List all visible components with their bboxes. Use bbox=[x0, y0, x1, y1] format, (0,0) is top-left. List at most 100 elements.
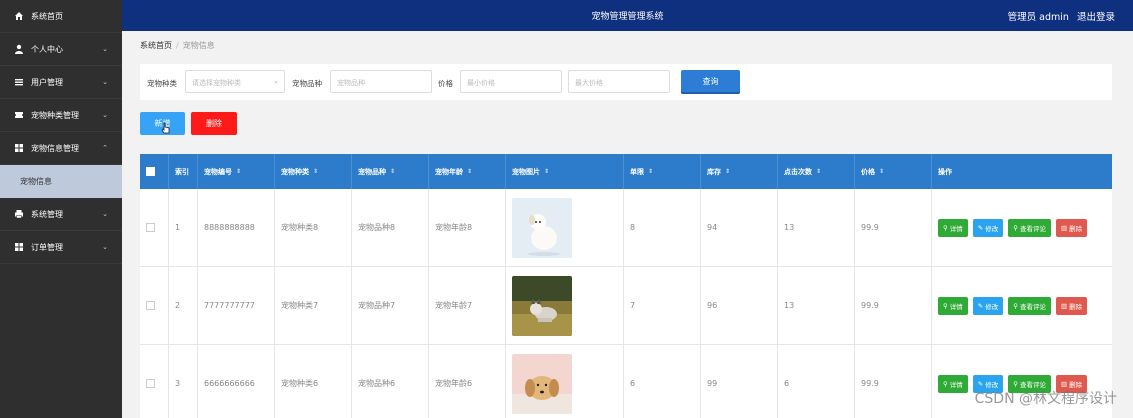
select-all-checkbox[interactable] bbox=[146, 167, 155, 176]
breadcrumb-current: 宠物信息 bbox=[182, 41, 215, 50]
review-label: 查看评论 bbox=[1019, 224, 1046, 233]
sort-icon[interactable]: ⇕ bbox=[467, 168, 472, 175]
edit-label: 修改 bbox=[985, 380, 999, 389]
col-breed[interactable]: 宠物品种 ⇕ bbox=[352, 154, 429, 189]
sort-icon[interactable]: ⇕ bbox=[648, 168, 653, 175]
user-name: 管理员 admin bbox=[1007, 12, 1069, 23]
row-checkbox[interactable] bbox=[146, 301, 155, 310]
max-price-input[interactable]: 最大价格 bbox=[568, 70, 670, 93]
row-checkbox[interactable] bbox=[146, 379, 155, 388]
cell-image bbox=[506, 267, 624, 344]
cell-breed: 宠物品种8 bbox=[352, 189, 429, 266]
view-reviews-button[interactable]: ⚲ 查看评论 bbox=[1008, 218, 1051, 237]
sidebar-item-label: 系统管理 bbox=[31, 209, 63, 219]
detail-button[interactable]: ⚲ 详情 bbox=[938, 374, 968, 393]
breed-input[interactable]: 宠物品种 bbox=[330, 70, 432, 93]
sidebar-item-users[interactable]: 用户管理 ⌄ bbox=[0, 66, 122, 99]
type-label: 宠物种类 bbox=[147, 79, 177, 88]
grid-icon bbox=[14, 242, 24, 252]
query-button[interactable]: 查询 bbox=[681, 70, 740, 94]
cell-clicks: 6 bbox=[778, 345, 855, 418]
col-code[interactable]: 宠物编号 ⇕ bbox=[198, 154, 275, 189]
type-select[interactable]: 请选择宠物种类 ⌄ bbox=[185, 70, 285, 93]
search-bar: 宠物种类 请选择宠物种类 ⌄ 宠物品种 宠物品种 价格 最小价格 最大价格 查询 bbox=[140, 64, 1112, 100]
cell-actions: ⚲ 详情 ✎ 修改 ⚲ 查看评论 ▥ 删除 bbox=[932, 267, 1112, 344]
chevron-down-icon: ⌄ bbox=[102, 45, 108, 53]
sort-icon[interactable]: ⇕ bbox=[544, 168, 549, 175]
ticket-icon bbox=[14, 110, 24, 120]
cell-clicks: 13 bbox=[778, 267, 855, 344]
sort-icon[interactable]: ⇕ bbox=[879, 168, 884, 175]
trash-icon: ▥ bbox=[1060, 379, 1068, 388]
sidebar-item-pet-info[interactable]: 宠物信息管理 ⌃ bbox=[0, 132, 122, 165]
sort-icon[interactable]: ⇕ bbox=[816, 168, 821, 175]
cell-stock: 99 bbox=[701, 345, 778, 418]
col-type[interactable]: 宠物种类 ⇕ bbox=[275, 154, 352, 189]
cell-image bbox=[506, 345, 624, 418]
app-title: 宠物管理管理系统 bbox=[591, 12, 664, 22]
sidebar-item-system[interactable]: 系统管理 ⌄ bbox=[0, 198, 122, 231]
col-label: 宠物图片 bbox=[512, 167, 540, 176]
pet-table: 索引 宠物编号 ⇕ 宠物种类 ⇕ 宠物品种 ⇕ 宠物年龄 ⇕ 宠物图片 ⇕ 单限 ⇕ 库存 ⇕… bbox=[140, 154, 1112, 418]
delete-label: 删除 bbox=[1069, 302, 1083, 311]
sidebar-item-label: 宠物信息管理 bbox=[31, 143, 79, 153]
breadcrumb-home[interactable]: 系统首页 bbox=[140, 41, 172, 50]
sidebar-item-personal[interactable]: 个人中心 ⌄ bbox=[0, 33, 122, 66]
watermark: CSDN @林文程序设计 bbox=[974, 391, 1117, 407]
review-label: 查看评论 bbox=[1019, 302, 1046, 311]
cell-stock: 96 bbox=[701, 267, 778, 344]
col-label: 单限 bbox=[630, 167, 644, 176]
col-actions: 操作 bbox=[932, 154, 1112, 189]
sort-icon[interactable]: ⇕ bbox=[390, 168, 395, 175]
sort-icon[interactable]: ⇕ bbox=[236, 168, 241, 175]
detail-button[interactable]: ⚲ 详情 bbox=[938, 218, 968, 237]
edit-button[interactable]: ✎ 修改 bbox=[972, 218, 1004, 237]
price-label: 价格 bbox=[438, 79, 453, 88]
mouse-pointer-icon bbox=[161, 122, 170, 134]
chevron-down-icon: ⌄ bbox=[102, 111, 108, 119]
table-row: 1 8888888888 宠物种类8 宠物品种8 宠物年龄8 8 94 13 9… bbox=[140, 189, 1112, 267]
sidebar-subitem-pet-info[interactable]: 宠物信息 bbox=[0, 165, 122, 198]
pencil-icon: ✎ bbox=[977, 301, 984, 310]
delete-button[interactable]: ▥ 删除 bbox=[1055, 218, 1088, 237]
search-icon: ⚲ bbox=[943, 379, 948, 388]
col-age[interactable]: 宠物年龄 ⇕ bbox=[429, 154, 506, 189]
detail-button[interactable]: ⚲ 详情 bbox=[938, 296, 968, 315]
min-price-input[interactable]: 最小价格 bbox=[460, 70, 562, 93]
sidebar-item-pet-types[interactable]: 宠物种类管理 ⌄ bbox=[0, 99, 122, 132]
edit-label: 修改 bbox=[985, 224, 999, 233]
cell-breed: 宠物品种6 bbox=[352, 345, 429, 418]
search-icon: ⚲ bbox=[1013, 301, 1018, 310]
sort-icon[interactable]: ⇕ bbox=[313, 168, 318, 175]
logout-link[interactable]: 退出登录 bbox=[1077, 12, 1115, 23]
user-icon bbox=[14, 44, 24, 54]
cell-type: 宠物种类6 bbox=[275, 345, 352, 418]
cell-type: 宠物种类8 bbox=[275, 189, 352, 266]
view-reviews-button[interactable]: ⚲ 查看评论 bbox=[1008, 296, 1051, 315]
sidebar-item-orders[interactable]: 订单管理 ⌄ bbox=[0, 231, 122, 264]
breadcrumb-separator: / bbox=[176, 41, 179, 50]
table-header: 索引 宠物编号 ⇕ 宠物种类 ⇕ 宠物品种 ⇕ 宠物年龄 ⇕ 宠物图片 ⇕ 单限 ⇕ 库存 ⇕… bbox=[140, 154, 1112, 189]
sidebar-item-label: 用户管理 bbox=[31, 77, 63, 87]
row-checkbox[interactable] bbox=[146, 223, 155, 232]
edit-button[interactable]: ✎ 修改 bbox=[972, 296, 1004, 315]
cell-limit: 6 bbox=[624, 345, 701, 418]
cell-limit: 8 bbox=[624, 189, 701, 266]
col-price[interactable]: 价格 ⇕ bbox=[855, 154, 932, 189]
col-image[interactable]: 宠物图片 ⇕ bbox=[506, 154, 624, 189]
col-limit[interactable]: 单限 ⇕ bbox=[624, 154, 701, 189]
top-header: 宠物管理管理系统 管理员 admin 退出登录 bbox=[122, 0, 1133, 31]
search-icon: ⚲ bbox=[943, 223, 948, 232]
detail-label: 详情 bbox=[949, 302, 963, 311]
col-label: 价格 bbox=[861, 167, 875, 176]
select-all-cell bbox=[140, 154, 169, 189]
sidebar-item-home[interactable]: 系统首页 bbox=[0, 0, 122, 33]
sidebar: 系统首页 个人中心 ⌄ 用户管理 ⌄ 宠物种类管理 ⌄ 宠物信息管理 ⌃ 宠物信… bbox=[0, 0, 122, 418]
search-icon: ⚲ bbox=[1013, 379, 1018, 388]
delete-button[interactable]: ▥ 删除 bbox=[1055, 296, 1088, 315]
col-stock[interactable]: 库存 ⇕ bbox=[701, 154, 778, 189]
cell-code: 6666666666 bbox=[198, 345, 275, 418]
bulk-delete-button[interactable]: 删除 bbox=[191, 112, 237, 135]
col-clicks[interactable]: 点击次数 ⇕ bbox=[778, 154, 855, 189]
sort-icon[interactable]: ⇕ bbox=[725, 168, 730, 175]
